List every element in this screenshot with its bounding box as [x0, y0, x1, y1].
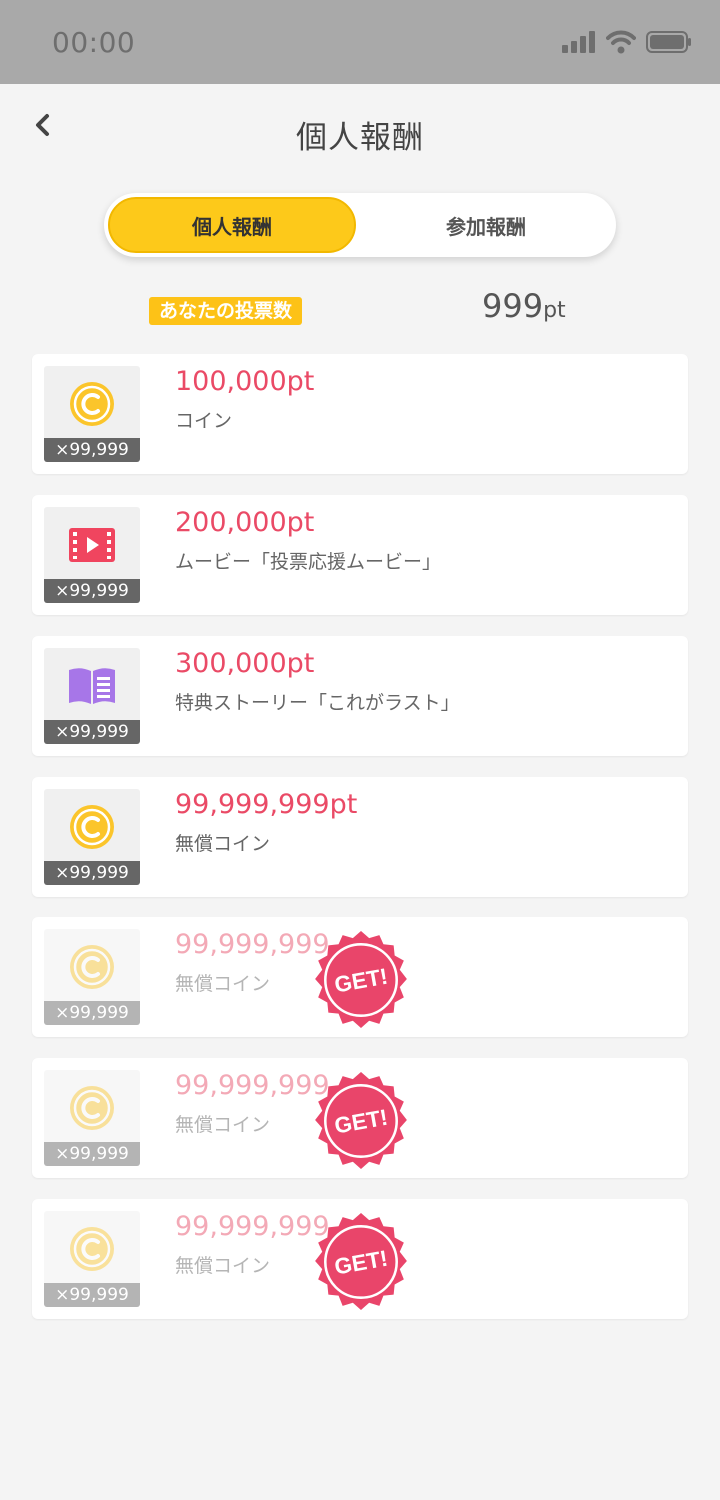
- page-title: 個人報酬: [296, 120, 424, 156]
- reward-card[interactable]: ×99,999 200,000pt ムービー「投票応援ムービー」: [32, 495, 688, 615]
- reward-name: 無償コイン: [175, 833, 271, 855]
- movie-icon: [69, 528, 115, 562]
- reward-points: 100,000pt: [175, 366, 315, 397]
- reward-thumbnail: ×99,999: [44, 648, 140, 744]
- reward-points: 99,999,999: [175, 1070, 330, 1101]
- coin-icon: [70, 1086, 114, 1130]
- reward-quantity: ×99,999: [44, 438, 140, 462]
- reward-card[interactable]: ×99,999 100,000pt コイン: [32, 354, 688, 474]
- reward-name: コイン: [175, 410, 233, 432]
- reward-thumbnail: ×99,999: [44, 929, 140, 1025]
- tab-personal-reward[interactable]: 個人報酬: [108, 197, 356, 253]
- reward-thumbnail: ×99,999: [44, 1211, 140, 1307]
- battery-icon: [646, 31, 691, 53]
- reward-name: 無償コイン: [175, 1114, 271, 1136]
- reward-quantity: ×99,999: [44, 1142, 140, 1166]
- vote-count-number: 999: [482, 287, 544, 325]
- reward-points: 99,999,999: [175, 1211, 330, 1242]
- coin-icon: [70, 945, 114, 989]
- signal-icon: [562, 31, 595, 53]
- tab-participation-reward[interactable]: 参加報酬: [362, 197, 610, 253]
- reward-name: ムービー「投票応援ムービー」: [175, 551, 442, 573]
- vote-count-label: あなたの投票数: [149, 297, 303, 325]
- get-badge: GET!: [315, 1213, 407, 1310]
- reward-points: 99,999,999: [175, 929, 330, 960]
- reward-card[interactable]: ×99,999 99,999,999pt 無償コイン: [32, 777, 688, 897]
- vote-count-unit: pt: [543, 298, 566, 323]
- reward-thumbnail: ×99,999: [44, 789, 140, 885]
- status-icons: [562, 30, 692, 54]
- get-badge: GET!: [315, 931, 407, 1028]
- reward-tabs: 個人報酬 参加報酬: [104, 193, 616, 257]
- reward-card[interactable]: ×99,999 300,000pt 特典ストーリー「これがラスト」: [32, 636, 688, 756]
- reward-quantity: ×99,999: [44, 720, 140, 744]
- get-badge: GET!: [315, 1072, 407, 1169]
- reward-points: 300,000pt: [175, 648, 315, 679]
- wifi-icon: [606, 30, 636, 54]
- vote-count-value: 999pt: [482, 287, 566, 325]
- coin-icon: [70, 382, 114, 426]
- reward-thumbnail: ×99,999: [44, 366, 140, 462]
- coin-icon: [70, 1227, 114, 1271]
- reward-points: 99,999,999pt: [175, 789, 358, 820]
- reward-quantity: ×99,999: [44, 579, 140, 603]
- reward-name: 特典ストーリー「これがラスト」: [175, 692, 460, 714]
- status-time: 00:00: [52, 26, 136, 59]
- status-bar: 00:00: [0, 0, 720, 84]
- reward-card-obtained[interactable]: ×99,999 99,999,999 無償コイン GET!: [32, 1058, 688, 1178]
- reward-card-obtained[interactable]: ×99,999 99,999,999 無償コイン GET!: [32, 917, 688, 1037]
- page-header: 個人報酬: [0, 84, 720, 184]
- reward-thumbnail: ×99,999: [44, 507, 140, 603]
- reward-quantity: ×99,999: [44, 861, 140, 885]
- coin-icon: [70, 805, 114, 849]
- reward-thumbnail: ×99,999: [44, 1070, 140, 1166]
- reward-quantity: ×99,999: [44, 1001, 140, 1025]
- reward-name: 無償コイン: [175, 1255, 271, 1277]
- reward-card-obtained[interactable]: ×99,999 99,999,999 無償コイン GET!: [32, 1199, 688, 1319]
- book-icon: [69, 668, 115, 704]
- reward-name: 無償コイン: [175, 973, 271, 995]
- reward-quantity: ×99,999: [44, 1283, 140, 1307]
- reward-points: 200,000pt: [175, 507, 315, 538]
